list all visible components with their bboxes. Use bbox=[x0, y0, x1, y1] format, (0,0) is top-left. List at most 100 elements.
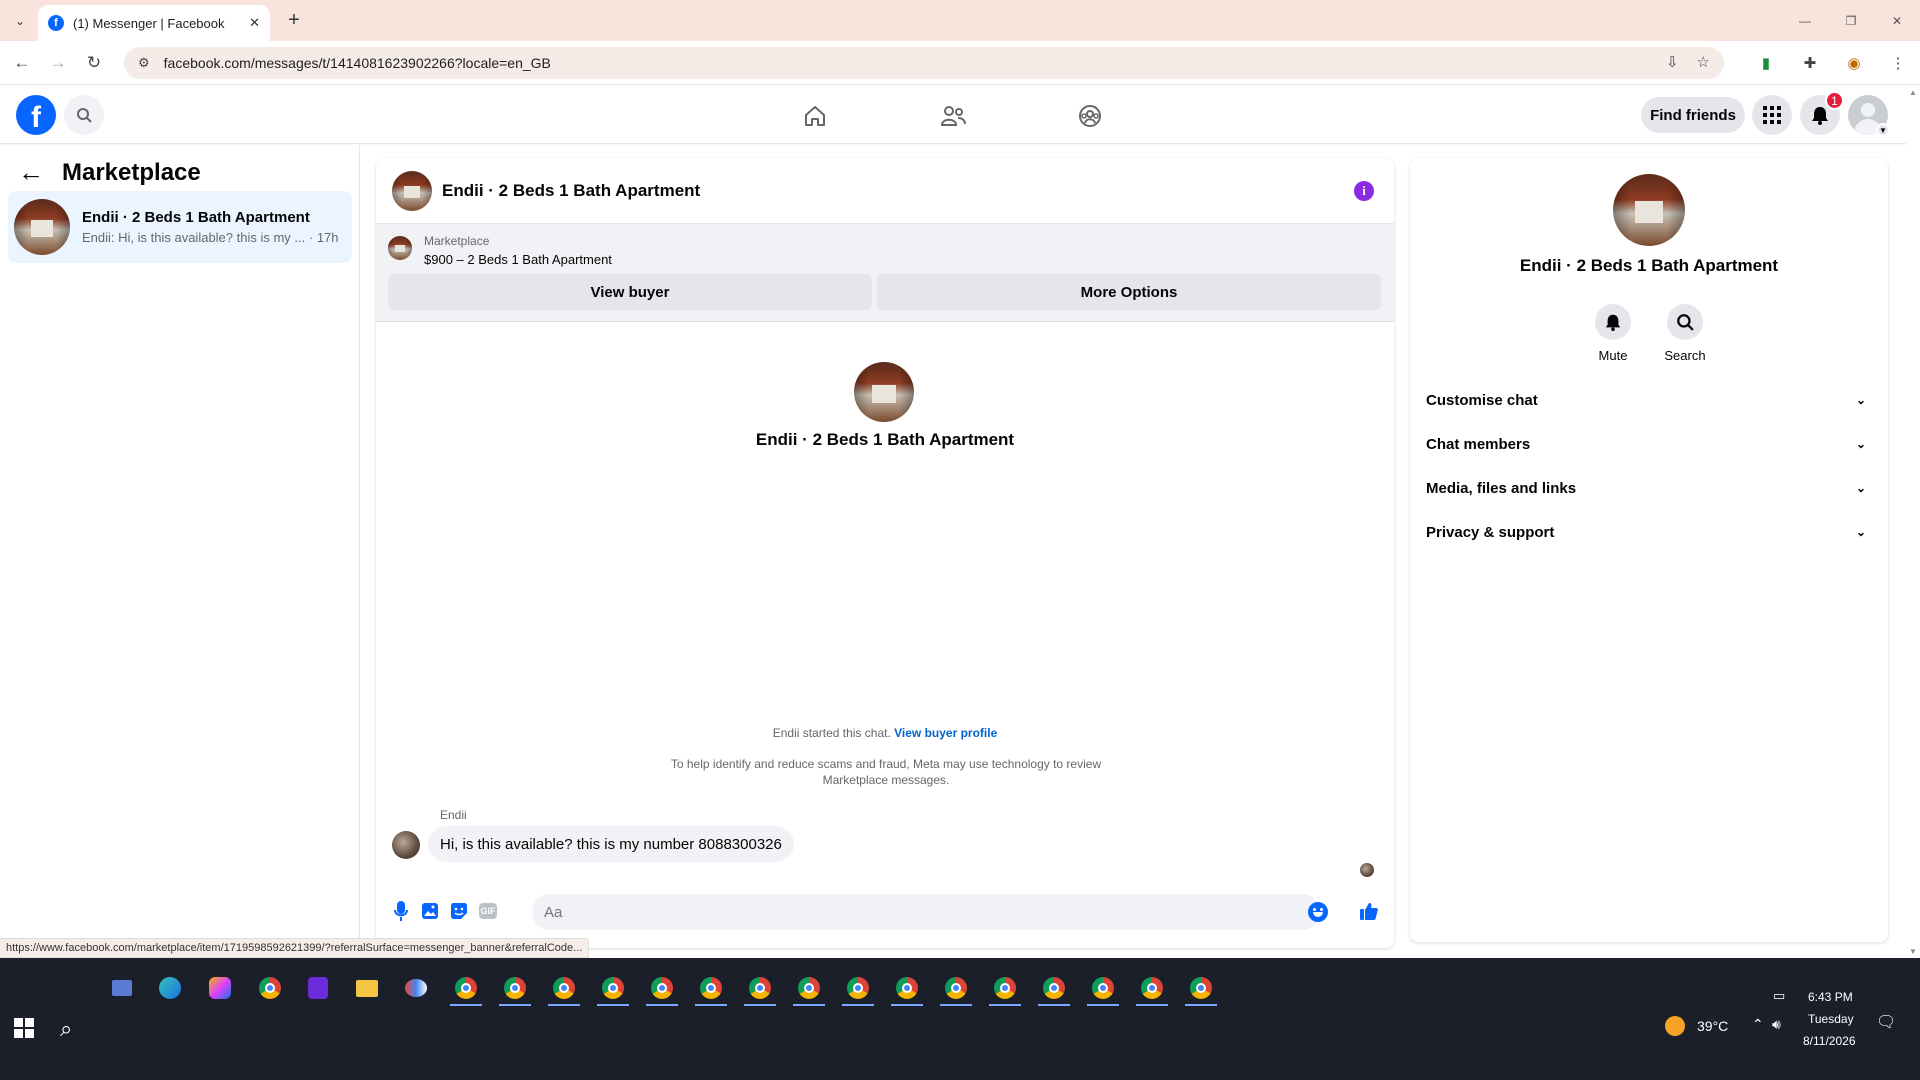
network-icon[interactable]: ▭ bbox=[1773, 988, 1785, 1004]
seen-indicator-avatar bbox=[1360, 863, 1374, 877]
conversation-item[interactable]: Endii · 2 Beds 1 Bath Apartment Endii: H… bbox=[8, 191, 352, 263]
media-files-links-section[interactable]: Media, files and links ⌄ bbox=[1426, 468, 1872, 508]
tray-chevron-up-icon[interactable]: ⌃ bbox=[1752, 1016, 1764, 1033]
chrome-window-icon[interactable] bbox=[495, 968, 535, 1008]
browser-tab[interactable]: f (1) Messenger | Facebook ✕ bbox=[38, 5, 270, 41]
address-bar[interactable]: ⚙ facebook.com/messages/t/14140816239022… bbox=[124, 47, 1724, 79]
emoji-icon[interactable] bbox=[1308, 902, 1328, 922]
window-controls: — ❐ ✕ bbox=[1782, 0, 1920, 41]
conversation-info-icon[interactable]: i bbox=[1354, 181, 1374, 201]
notification-center-icon[interactable]: 🗨︎ bbox=[1876, 1012, 1896, 1032]
bell-icon[interactable] bbox=[1595, 304, 1631, 340]
menu-grid-icon[interactable] bbox=[1752, 95, 1792, 135]
chrome-window-icon[interactable] bbox=[838, 968, 878, 1008]
notifications-bell-icon[interactable]: 1 bbox=[1800, 91, 1844, 135]
sticker-icon[interactable] bbox=[448, 900, 470, 922]
minimize-icon[interactable]: — bbox=[1782, 0, 1828, 41]
back-arrow-icon[interactable]: ← bbox=[18, 157, 44, 188]
back-icon[interactable]: ← bbox=[10, 51, 34, 75]
chrome-window-icon[interactable] bbox=[887, 968, 927, 1008]
message-bubble[interactable]: Hi, is this available? this is my number… bbox=[428, 826, 794, 862]
sender-avatar[interactable] bbox=[392, 831, 420, 859]
app-icon[interactable] bbox=[298, 968, 338, 1008]
chrome-window-icon[interactable] bbox=[936, 968, 976, 1008]
forward-icon[interactable]: → bbox=[46, 51, 70, 75]
facebook-logo-icon[interactable]: f bbox=[16, 95, 56, 135]
chat-members-section[interactable]: Chat members ⌄ bbox=[1426, 424, 1872, 464]
gif-icon[interactable]: GIF bbox=[477, 900, 499, 922]
edge-icon[interactable] bbox=[150, 968, 190, 1008]
site-info-icon[interactable]: ⚙ bbox=[138, 55, 150, 71]
groups-icon[interactable] bbox=[1070, 96, 1110, 136]
thumbs-up-icon[interactable] bbox=[1358, 900, 1380, 922]
tab-search-chevron-icon[interactable]: ⌄ bbox=[8, 9, 32, 33]
chat-started-text: Endii started this chat. bbox=[772, 726, 891, 740]
weather-widget[interactable]: 39°C bbox=[1665, 1016, 1728, 1036]
view-buyer-profile-link[interactable]: View buyer profile bbox=[894, 726, 997, 740]
chrome-window-icon[interactable] bbox=[544, 968, 584, 1008]
taskbar-search-icon[interactable]: ⌕ bbox=[60, 1016, 72, 1042]
restore-icon[interactable]: ❐ bbox=[1828, 0, 1874, 41]
chrome-window-icon[interactable] bbox=[593, 968, 633, 1008]
chrome-window-icon[interactable] bbox=[1083, 968, 1123, 1008]
banner-label: Marketplace bbox=[424, 234, 490, 248]
message-input[interactable] bbox=[532, 894, 1320, 930]
chrome-window-icon[interactable] bbox=[1034, 968, 1074, 1008]
windows-start-icon[interactable] bbox=[14, 1018, 34, 1038]
find-friends-button[interactable]: Find friends bbox=[1641, 97, 1745, 133]
chat-header-thumbnail[interactable] bbox=[392, 170, 432, 211]
banner-listing-title[interactable]: $900 – 2 Beds 1 Bath Apartment bbox=[424, 252, 612, 267]
sidebar-header: ← Marketplace bbox=[18, 157, 201, 188]
chrome-window-icon[interactable] bbox=[642, 968, 682, 1008]
extension-icon[interactable]: ▮ bbox=[1754, 51, 1778, 75]
copilot-icon[interactable] bbox=[200, 968, 240, 1008]
chrome-window-icon[interactable] bbox=[789, 968, 829, 1008]
url-text: facebook.com/messages/t/1414081623902266… bbox=[163, 55, 551, 71]
chrome-window-icon[interactable] bbox=[1132, 968, 1172, 1008]
photo-icon[interactable] bbox=[419, 900, 441, 922]
extensions-puzzle-icon[interactable]: ✚ bbox=[1798, 51, 1822, 75]
tab-close-icon[interactable]: ✕ bbox=[249, 15, 260, 31]
page-scrollbar[interactable]: ▲ ▼ bbox=[1906, 86, 1920, 958]
chat-members-label: Chat members bbox=[1426, 435, 1531, 453]
new-tab-icon[interactable]: + bbox=[282, 8, 306, 32]
more-options-button[interactable]: More Options bbox=[877, 274, 1381, 310]
chevron-down-icon: ⌄ bbox=[1855, 525, 1866, 539]
chrome-window-icon[interactable] bbox=[740, 968, 780, 1008]
volume-icon[interactable]: 🔊︎ bbox=[1772, 1016, 1781, 1033]
customise-chat-section[interactable]: Customise chat ⌄ bbox=[1426, 380, 1872, 420]
search-action[interactable]: Search bbox=[1655, 304, 1715, 363]
file-explorer-icon[interactable] bbox=[347, 968, 387, 1008]
close-window-icon[interactable]: ✕ bbox=[1874, 0, 1920, 41]
browser-toolbar: ← → ↻ ⚙ facebook.com/messages/t/14140816… bbox=[0, 41, 1920, 85]
chat-title[interactable]: Endii · 2 Beds 1 Bath Apartment bbox=[442, 181, 700, 201]
account-chevron-down-icon[interactable]: ▼ bbox=[1876, 123, 1890, 137]
view-buyer-button[interactable]: View buyer bbox=[388, 274, 872, 310]
microphone-icon[interactable] bbox=[390, 900, 412, 922]
chrome-window-icon[interactable] bbox=[985, 968, 1025, 1008]
info-thumbnail bbox=[1613, 174, 1685, 246]
search-label: Search bbox=[1664, 348, 1706, 363]
browser-menu-icon[interactable]: ⋮ bbox=[1886, 51, 1910, 75]
privacy-support-section[interactable]: Privacy & support ⌄ bbox=[1426, 512, 1872, 552]
search-icon[interactable] bbox=[1667, 304, 1703, 340]
scroll-up-icon[interactable]: ▲ bbox=[1909, 88, 1917, 97]
facebook-favicon-icon: f bbox=[48, 15, 64, 31]
profile-icon[interactable]: ◉ bbox=[1842, 51, 1866, 75]
chrome-window-icon[interactable] bbox=[446, 968, 486, 1008]
chrome-icon[interactable] bbox=[250, 968, 290, 1008]
mute-action[interactable]: Mute bbox=[1583, 304, 1643, 363]
chrome-window-icon[interactable] bbox=[691, 968, 731, 1008]
search-icon[interactable] bbox=[64, 95, 104, 135]
reload-icon[interactable]: ↻ bbox=[82, 51, 106, 75]
scroll-down-icon[interactable]: ▼ bbox=[1909, 947, 1917, 956]
friends-icon[interactable] bbox=[933, 96, 973, 136]
conversation-snippet-text: Endii: Hi, is this available? this is my… bbox=[82, 230, 306, 245]
bookmark-star-icon[interactable]: ☆ bbox=[1697, 53, 1710, 71]
install-app-icon[interactable]: ⇩ bbox=[1666, 53, 1679, 71]
paint-icon[interactable] bbox=[396, 968, 436, 1008]
task-view-icon[interactable] bbox=[102, 968, 142, 1008]
home-icon[interactable] bbox=[795, 96, 835, 136]
chrome-window-icon[interactable] bbox=[1181, 968, 1221, 1008]
conversation-time: · 17h bbox=[308, 230, 339, 245]
